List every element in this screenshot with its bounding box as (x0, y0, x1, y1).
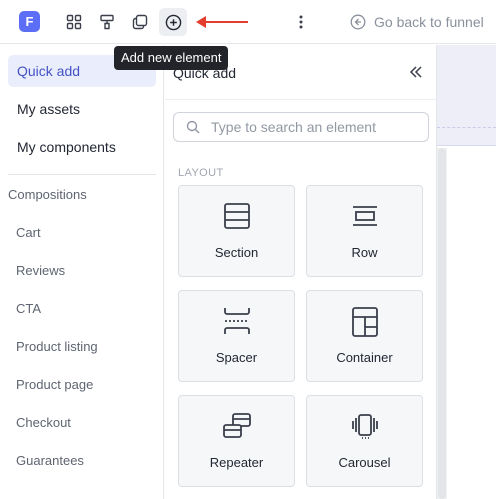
element-card-section[interactable]: Section (178, 185, 295, 277)
back-arrow-circle-icon (350, 14, 366, 30)
element-card-container[interactable]: Container (306, 290, 423, 382)
canvas-blank-area[interactable] (447, 147, 496, 499)
double-chevron-left-icon (409, 66, 422, 78)
plus-circle-icon (165, 14, 181, 30)
vertical-dots-icon (299, 15, 303, 29)
more-options-button[interactable] (291, 10, 311, 34)
element-card-label: Repeater (209, 455, 264, 470)
go-back-link[interactable]: Go back to funnel (350, 11, 484, 33)
composition-item-cta[interactable]: CTA (16, 301, 41, 316)
row-icon (352, 206, 377, 226)
element-card-label: Carousel (338, 455, 391, 470)
grid-icon (66, 14, 82, 30)
search-icon (186, 120, 200, 134)
styles-button[interactable] (93, 8, 121, 36)
canvas-dashed-guide (437, 127, 496, 128)
left-sidebar: Quick add My assets My components Compos… (0, 45, 164, 499)
copy-icon (132, 14, 148, 30)
composition-item-checkout[interactable]: Checkout (16, 415, 71, 430)
element-card-label: Section (214, 245, 259, 260)
sidebar-divider (8, 174, 156, 175)
spacer-icon (223, 308, 250, 334)
repeater-icon (222, 413, 251, 438)
element-search-input[interactable] (211, 119, 421, 135)
add-element-tooltip: Add new element (114, 46, 229, 70)
top-toolbar: F Go back to funnel (0, 0, 496, 44)
app-logo[interactable]: F (19, 11, 40, 32)
element-card-label: Spacer (215, 350, 258, 365)
paint-roller-icon (100, 14, 114, 30)
composition-item-cart[interactable]: Cart (16, 225, 41, 240)
pages-button[interactable] (126, 8, 154, 36)
panel-scrollbar-thumb[interactable] (438, 148, 446, 499)
quick-add-panel: Quick add LAYOUT Section Row (165, 45, 437, 499)
red-arrow-annotation (196, 16, 248, 28)
layers-button[interactable] (60, 8, 88, 36)
panel-scrollbar[interactable] (437, 148, 447, 499)
carousel-icon (351, 414, 378, 439)
add-element-button[interactable] (159, 8, 187, 36)
section-icon (223, 203, 250, 229)
canvas-preview-area[interactable] (437, 45, 496, 146)
sidebar-item-my-components[interactable]: My components (8, 131, 156, 163)
element-card-row[interactable]: Row (306, 185, 423, 277)
composition-item-product-listing[interactable]: Product listing (16, 339, 98, 354)
container-icon (351, 307, 378, 337)
element-card-carousel[interactable]: Carousel (306, 395, 423, 487)
element-card-label: Row (351, 245, 378, 260)
element-card-repeater[interactable]: Repeater (178, 395, 295, 487)
sidebar-item-my-assets[interactable]: My assets (8, 93, 156, 125)
composition-item-product-page[interactable]: Product page (16, 377, 93, 392)
element-card-label: Container (336, 350, 393, 365)
go-back-label: Go back to funnel (374, 14, 484, 30)
composition-item-guarantees[interactable]: Guarantees (16, 453, 84, 468)
element-search-box[interactable] (173, 112, 429, 142)
panel-divider (165, 99, 437, 100)
collapse-panel-button[interactable] (407, 63, 425, 81)
layout-section-label: LAYOUT (178, 167, 224, 179)
element-card-spacer[interactable]: Spacer (178, 290, 295, 382)
compositions-heading: Compositions (8, 187, 87, 202)
composition-item-reviews[interactable]: Reviews (16, 263, 65, 278)
